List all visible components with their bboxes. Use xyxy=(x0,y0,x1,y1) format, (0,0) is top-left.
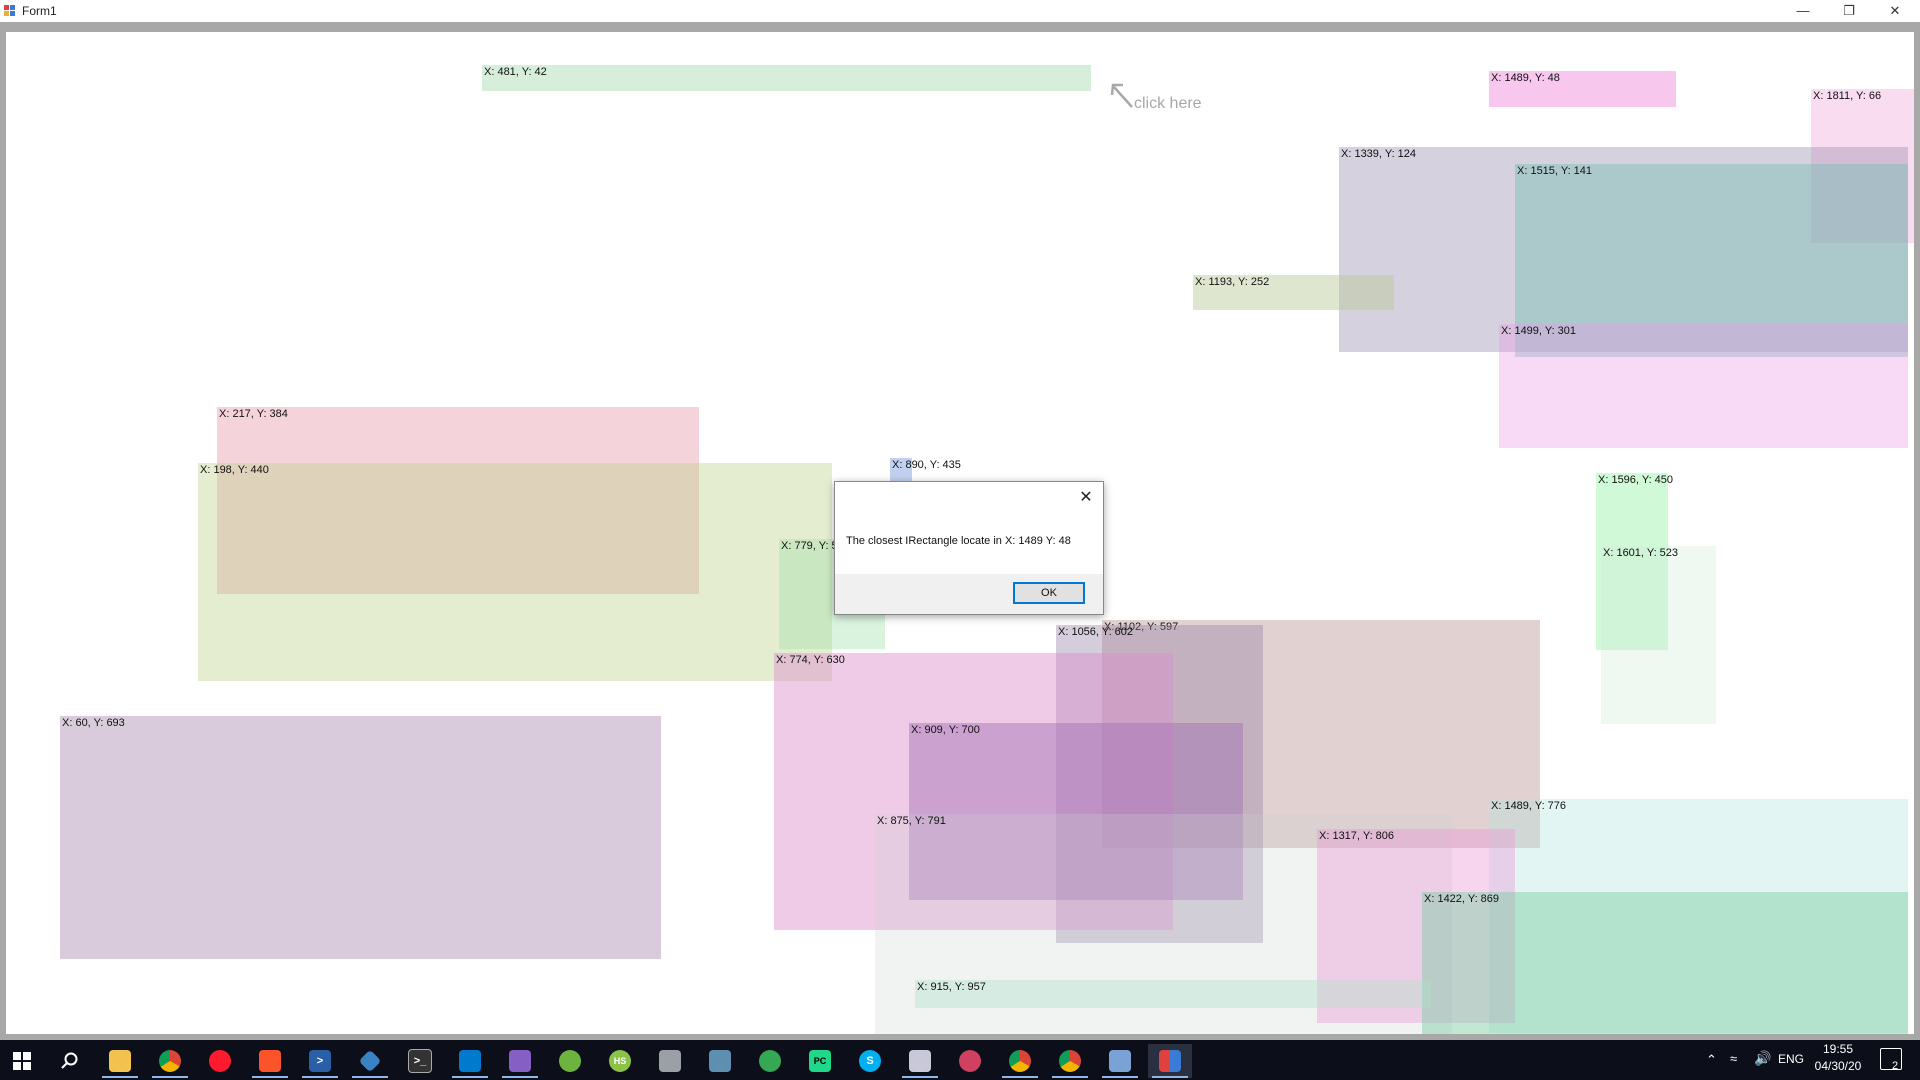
vscode-icon[interactable] xyxy=(448,1044,492,1078)
spring-icon[interactable] xyxy=(548,1044,592,1078)
chrome-icon[interactable] xyxy=(148,1044,192,1078)
git-icon[interactable] xyxy=(348,1044,392,1078)
skype-icon[interactable]: S xyxy=(848,1044,892,1078)
terminal-icon[interactable]: >_ xyxy=(398,1044,442,1078)
rectangle-label: X: 1056, Y: 602 xyxy=(1058,626,1134,638)
rectangle-label: X: 774, Y: 630 xyxy=(776,654,845,666)
rectangle[interactable]: X: 1499, Y: 301 xyxy=(1499,324,1908,448)
form1-taskbar-icon[interactable] xyxy=(1148,1044,1192,1078)
client-border xyxy=(0,22,1920,32)
ok-button[interactable]: OK xyxy=(1013,582,1085,604)
taskbar: > >_ HS PC S ⌃ ≈ 🔊 ENG 19:55 04/30/20 2 xyxy=(0,1040,1920,1080)
volume-icon[interactable]: 🔊 xyxy=(1754,1050,1771,1067)
rectangle-label: X: 217, Y: 384 xyxy=(219,408,288,420)
notification-icon[interactable] xyxy=(1880,1048,1902,1070)
rectangle-label: X: 1596, Y: 450 xyxy=(1598,474,1674,486)
rectangle-label: X: 1601, Y: 523 xyxy=(1603,547,1679,559)
rectangle-label: X: 1489, Y: 776 xyxy=(1491,800,1567,812)
app-icon[interactable] xyxy=(4,5,16,17)
file-explorer-icon[interactable] xyxy=(98,1044,142,1078)
app-a-icon[interactable] xyxy=(898,1044,942,1078)
database-icon[interactable] xyxy=(648,1044,692,1078)
minimize-icon[interactable]: — xyxy=(1780,0,1826,22)
rectangle-label: X: 1811, Y: 66 xyxy=(1813,90,1882,102)
rectangle-label: X: 481, Y: 42 xyxy=(484,66,547,78)
visual-studio-icon[interactable] xyxy=(498,1044,542,1078)
rectangle-label: X: 1317, Y: 806 xyxy=(1319,830,1395,842)
arrow-up-left-icon xyxy=(1110,83,1133,108)
clock-date: 04/30/20 xyxy=(1814,1059,1862,1073)
clock-time: 19:55 xyxy=(1822,1042,1854,1056)
rectangle[interactable]: X: 481, Y: 42 xyxy=(482,65,1091,91)
dialog-message: The closest IRectangle locate in X: 1489… xyxy=(846,535,1071,547)
language-indicator[interactable]: ENG xyxy=(1778,1052,1804,1066)
chrome-3-icon[interactable] xyxy=(1048,1044,1092,1078)
rectangle-label: X: 1515, Y: 141 xyxy=(1517,165,1593,177)
rectangle[interactable]: X: 1193, Y: 252 xyxy=(1193,275,1394,310)
rectangle-label: X: 1489, Y: 48 xyxy=(1491,72,1560,84)
rectangle[interactable]: X: 1601, Y: 523 xyxy=(1601,546,1716,724)
rectangle-label: X: 909, Y: 700 xyxy=(911,724,980,736)
rectangle-label: X: 875, Y: 791 xyxy=(877,815,946,827)
powershell-icon[interactable]: > xyxy=(298,1044,342,1078)
dialog-footer: OK xyxy=(835,574,1103,614)
rectangle-label: X: 60, Y: 693 xyxy=(62,717,125,729)
brave-icon[interactable] xyxy=(248,1044,292,1078)
rectangle-label: X: 779, Y: 5 xyxy=(781,540,838,552)
click-hint: click here xyxy=(1110,81,1220,121)
rectangle[interactable]: X: 1422, Y: 869 xyxy=(1422,892,1908,1034)
rectangle-label: X: 1339, Y: 124 xyxy=(1341,148,1417,160)
start-icon[interactable] xyxy=(0,1044,44,1078)
rectangle-label: X: 890, Y: 435 xyxy=(892,459,961,471)
close-icon[interactable]: ✕ xyxy=(1872,0,1918,22)
message-dialog: ✕ The closest IRectangle locate in X: 14… xyxy=(834,481,1104,615)
rectangle[interactable]: X: 915, Y: 957 xyxy=(915,980,1431,1008)
rectangle-label: X: 1499, Y: 301 xyxy=(1501,325,1577,337)
rectangle[interactable]: X: 198, Y: 440 xyxy=(198,463,832,681)
hs-icon[interactable]: HS xyxy=(598,1044,642,1078)
search-icon[interactable] xyxy=(48,1044,92,1078)
network-icon[interactable]: ≈ xyxy=(1730,1051,1737,1066)
app-c-icon[interactable] xyxy=(1098,1044,1142,1078)
rectangle-label: X: 198, Y: 440 xyxy=(200,464,269,476)
title-bar: Form1 — ❐ ✕ xyxy=(0,0,1920,22)
rectangle[interactable]: X: 60, Y: 693 xyxy=(60,716,661,959)
rectangle[interactable]: X: 1489, Y: 48 xyxy=(1489,71,1676,107)
gallery-icon[interactable] xyxy=(698,1044,742,1078)
notification-count: 2 xyxy=(1892,1060,1899,1072)
chevron-up-icon[interactable]: ⌃ xyxy=(1706,1052,1717,1068)
pycharm-icon[interactable]: PC xyxy=(798,1044,842,1078)
window-title: Form1 xyxy=(22,4,57,18)
chrome-2-icon[interactable] xyxy=(998,1044,1042,1078)
clock[interactable]: 19:55 04/30/20 xyxy=(1806,1041,1870,1075)
dialog-close-icon[interactable]: ✕ xyxy=(1075,488,1097,508)
maps-icon[interactable] xyxy=(748,1044,792,1078)
opera-icon[interactable] xyxy=(198,1044,242,1078)
rectangle-label: X: 915, Y: 957 xyxy=(917,981,986,993)
restore-icon[interactable]: ❐ xyxy=(1826,0,1872,22)
rectangle-label: X: 1193, Y: 252 xyxy=(1195,276,1270,288)
click-hint-text: click here xyxy=(1134,95,1202,112)
app-b-icon[interactable] xyxy=(948,1044,992,1078)
frame-right xyxy=(1914,22,1920,1040)
rectangle-label: X: 1422, Y: 869 xyxy=(1424,893,1500,905)
